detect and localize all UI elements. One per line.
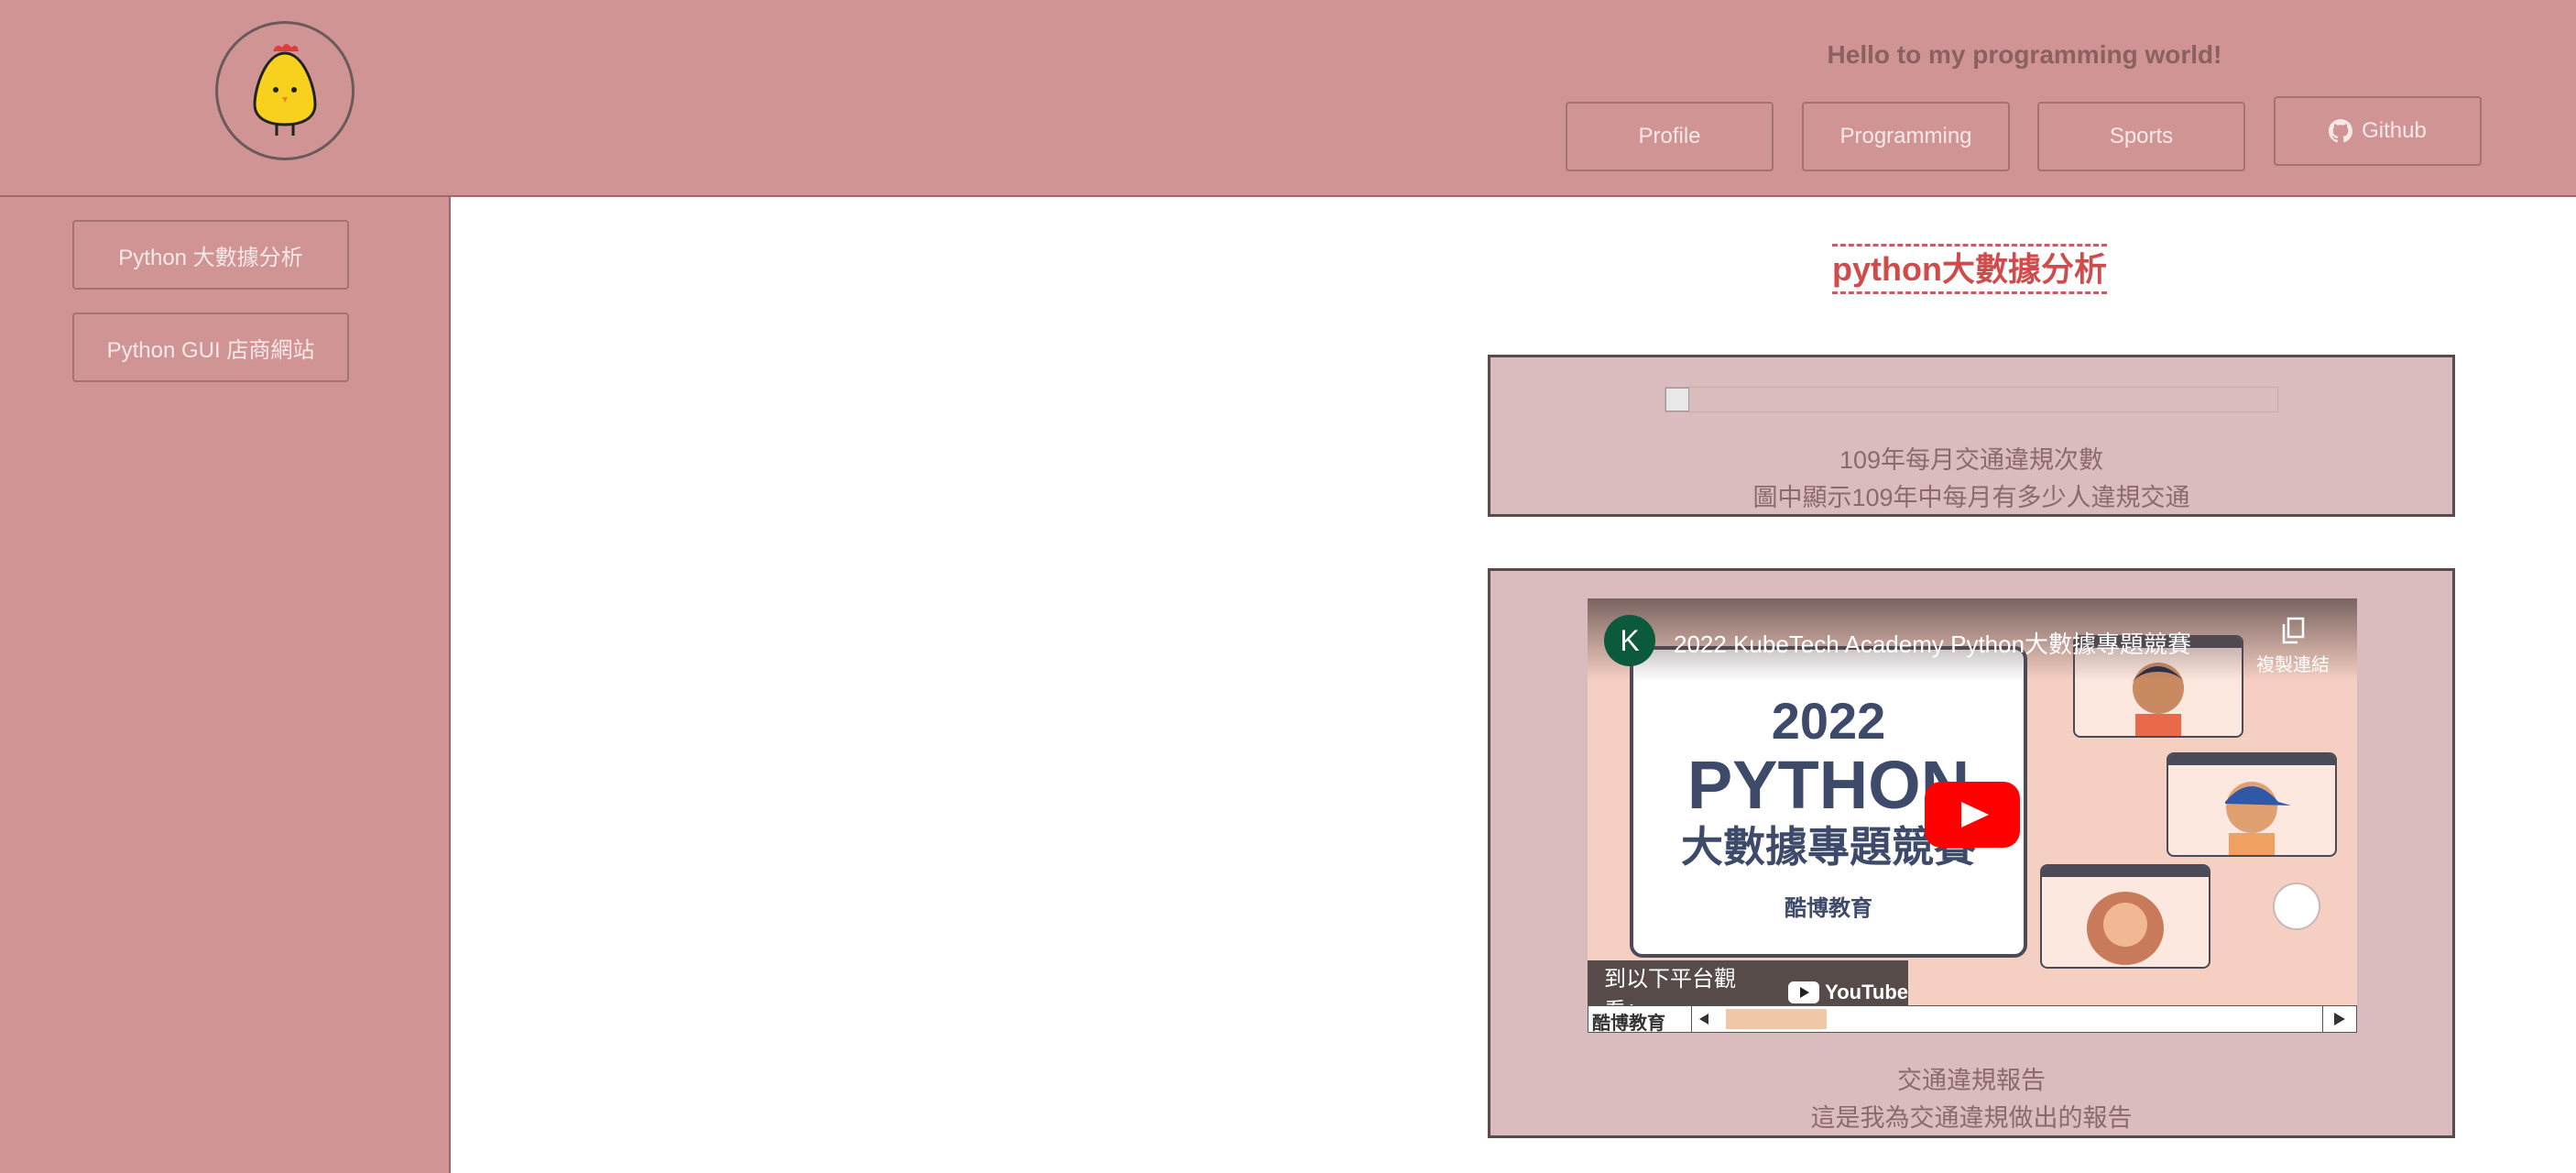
chart-image — [1665, 387, 2278, 412]
scroll-left-arrow-icon[interactable] — [1691, 1006, 1719, 1032]
horizontal-scrollbar[interactable]: 酷博教育 — [1588, 1005, 2357, 1033]
sidebar-item-python-gui-shop[interactable]: Python GUI 店商網站 — [72, 312, 349, 382]
youtube-embed[interactable]: 2022 PYTHON 大數據專題競賽 酷博教育 K 2022 KubeTech… — [1588, 598, 2357, 1033]
nav-profile-label: Profile — [1638, 124, 1701, 148]
sidebar-item-label: Python 大數據分析 — [118, 245, 303, 270]
nav-sports-label: Sports — [2109, 124, 2174, 148]
slide-org: 酷博教育 — [1785, 896, 1872, 921]
video-title[interactable]: 2022 KubeTech Academy Python大數據專題競賽 — [1674, 626, 2191, 660]
avatar-window-2 — [2167, 752, 2337, 857]
channel-avatar[interactable]: K — [1604, 615, 1655, 666]
header-tagline: Hello to my programming world! — [1827, 40, 2222, 69]
slide-year: 2022 — [1771, 692, 1886, 750]
play-button[interactable] — [1925, 782, 2020, 848]
image-card: 109年每月交通違規次數 圖中顯示109年中每月有多少人違規交通 — [1488, 355, 2455, 517]
nav-profile-button[interactable]: Profile — [1566, 102, 1774, 171]
youtube-logo: YouTube — [1788, 981, 1908, 1004]
site-header: Hello to my programming world! Profile P… — [0, 0, 2576, 197]
person-illustration — [2087, 892, 2164, 965]
image-caption-title: 109年每月交通違規次數 — [1839, 446, 2104, 474]
video-camera-icon — [2273, 882, 2320, 930]
window-bar — [2168, 754, 2335, 765]
scrollbar-thumb[interactable] — [1726, 1009, 1827, 1029]
scrollbar-label: 酷博教育 — [1592, 1014, 1665, 1033]
sidebar-item-label: Python GUI 店商網站 — [106, 337, 315, 363]
copy-icon — [2282, 617, 2305, 644]
video-caption-desc: 這是我為交通違規做出的報告 — [1810, 1104, 2133, 1132]
person-illustration — [2225, 782, 2291, 855]
sidebar-item-python-bigdata[interactable]: Python 大數據分析 — [72, 220, 349, 290]
logo[interactable] — [215, 21, 355, 160]
copy-link-label: 複製連結 — [2256, 655, 2330, 675]
youtube-play-icon — [1788, 981, 1820, 1003]
image-caption-desc: 圖中顯示109年中每月有多少人違規交通 — [1752, 484, 2190, 511]
nav-sports-button[interactable]: Sports — [2037, 102, 2245, 171]
copy-link-button[interactable]: 複製連結 — [2247, 617, 2339, 676]
github-icon — [2329, 119, 2353, 143]
avatar-window-3 — [2040, 864, 2210, 969]
youtube-wordmark: YouTube — [1825, 981, 1908, 1003]
chick-icon — [253, 44, 317, 136]
nav-programming-button[interactable]: Programming — [1802, 102, 2010, 171]
nav-github-label: Github — [2362, 118, 2427, 143]
scroll-right-arrow-icon[interactable] — [2322, 1006, 2356, 1032]
page-title-text: python大數據分析 — [1832, 244, 2107, 294]
video-card: 2022 PYTHON 大數據專題競賽 酷博教育 K 2022 KubeTech… — [1488, 568, 2455, 1138]
nav-programming-label: Programming — [1839, 124, 1972, 148]
page-title: python大數據分析 — [1796, 243, 2144, 294]
broken-image-icon — [1665, 388, 1689, 411]
sidebar: Python 大數據分析 Python GUI 店商網站 — [0, 197, 451, 1173]
nav-github-button[interactable]: Github — [2274, 96, 2482, 166]
video-caption-title: 交通違規報告 — [1897, 1067, 2046, 1094]
window-bar — [2042, 866, 2209, 877]
